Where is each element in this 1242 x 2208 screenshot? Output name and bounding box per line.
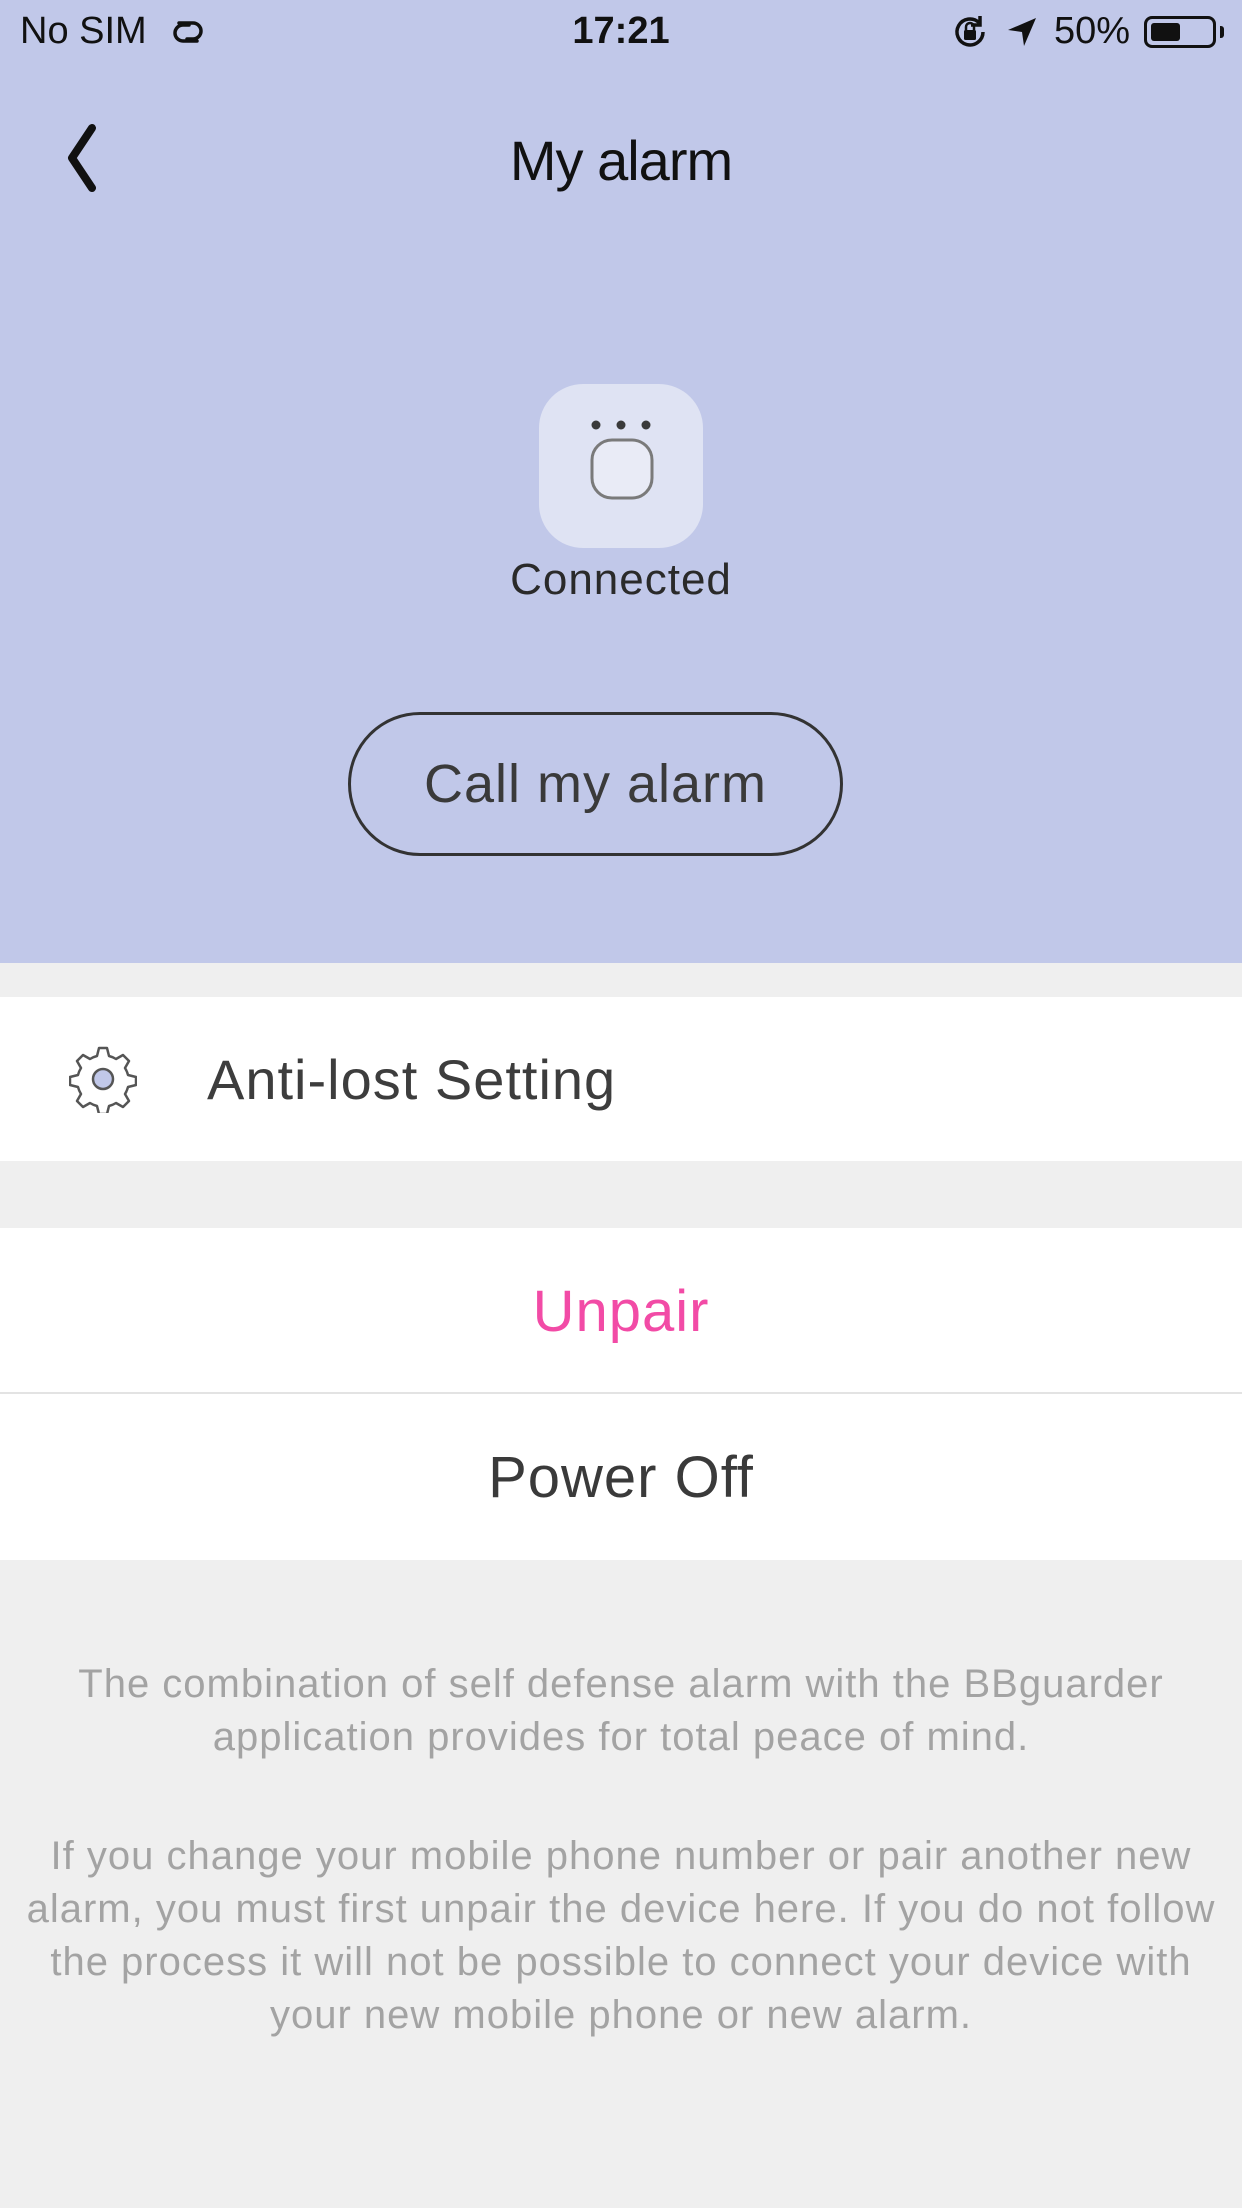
alarm-device-glyph xyxy=(590,420,654,500)
gear-icon xyxy=(69,1046,137,1113)
unpair-button[interactable]: Unpair xyxy=(0,1278,1242,1345)
page-title: My alarm xyxy=(509,129,733,192)
battery-icon xyxy=(1144,15,1216,48)
anti-lost-setting-label: Anti-lost Setting xyxy=(207,1048,617,1111)
call-alarm-button[interactable]: Call my alarm xyxy=(348,712,843,856)
battery-percent: 50% xyxy=(1053,10,1130,52)
power-off-button[interactable]: Power Off xyxy=(0,1444,1242,1511)
unpair-row[interactable]: Unpair xyxy=(0,1228,1242,1394)
connection-status: Connected xyxy=(510,555,732,604)
orientation-lock-icon xyxy=(955,15,985,47)
nav-bar: My alarm xyxy=(0,100,1242,220)
status-bar: No SIM 17:21 50% xyxy=(0,0,1242,66)
status-right: 50% xyxy=(950,10,1224,53)
header-panel: No SIM 17:21 50% My alarm Connected Call… xyxy=(0,0,1242,963)
alarm-device-icon xyxy=(539,384,703,548)
anti-lost-setting-row[interactable]: Anti-lost Setting xyxy=(0,997,1242,1161)
location-arrow-icon xyxy=(1007,17,1036,46)
power-off-row[interactable]: Power Off xyxy=(0,1394,1242,1560)
info-paragraph-1: The combination of self defense alarm wi… xyxy=(78,1662,1164,1759)
battery-nub xyxy=(1220,25,1224,38)
info-paragraph-2: If you change your mobile phone number o… xyxy=(26,1834,1216,2037)
battery-fill xyxy=(1151,22,1180,41)
